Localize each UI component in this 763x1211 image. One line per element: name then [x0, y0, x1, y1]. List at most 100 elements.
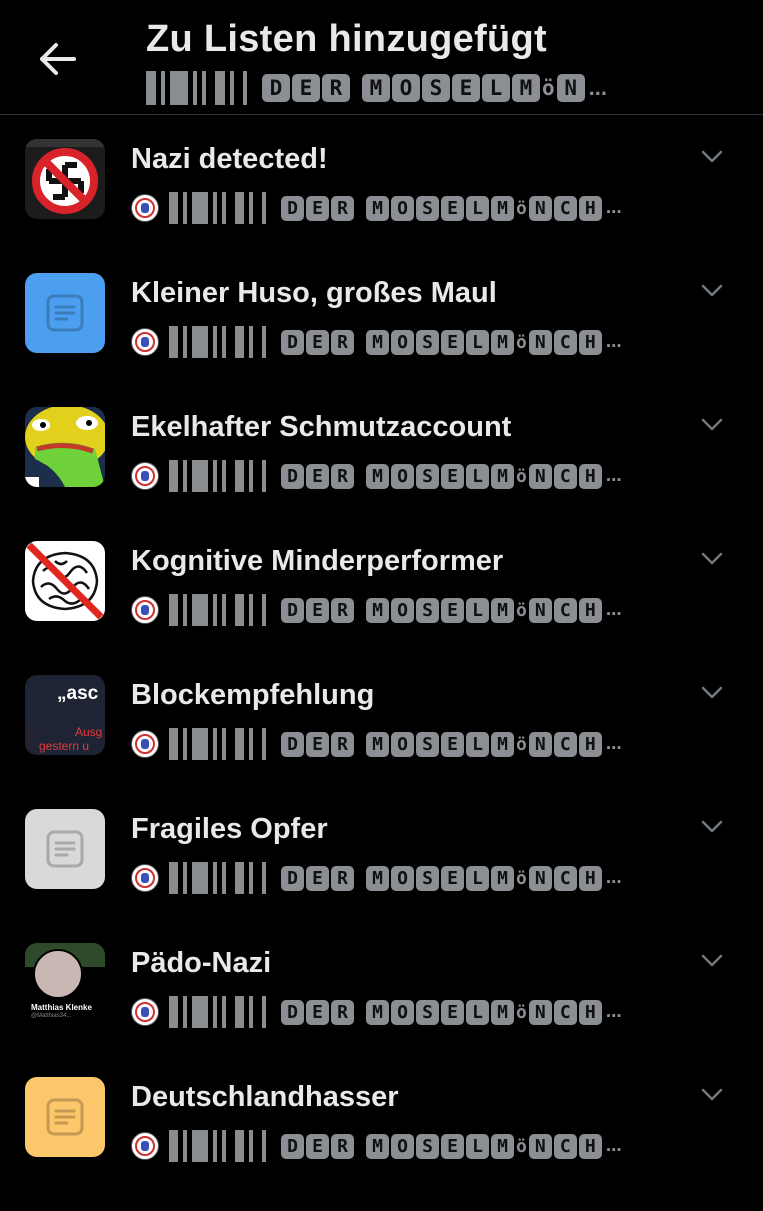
owner-letter: R	[331, 195, 354, 221]
owner-avatar	[131, 194, 159, 222]
owner-letter: D	[281, 195, 304, 221]
list-doc-icon	[46, 294, 84, 332]
owner-letter: C	[553, 731, 577, 757]
thumb-profile-handle: @Matthias34...	[31, 1013, 72, 1019]
chevron-down-icon[interactable]	[700, 283, 724, 299]
owner-letter: C	[553, 1133, 577, 1159]
owner-letter: M	[512, 74, 540, 102]
owner-letter: ö	[542, 76, 555, 100]
owner-letter: E	[306, 865, 329, 891]
owner-letter: E	[441, 865, 464, 891]
barcode-glyphs	[146, 70, 252, 106]
owner-avatar	[131, 1132, 159, 1160]
owner-avatar	[131, 864, 159, 892]
list-row[interactable]: Deutschlandhasser D E R M O S E L Mö N C H...	[0, 1077, 763, 1211]
list-row[interactable]: Kognitive Minderperformer D E R M O S E L Mö N C H..…	[0, 541, 763, 675]
owner-letter: D	[281, 865, 304, 891]
list-owner: D E R M O S E L Mö N C H...	[131, 325, 622, 359]
owner-letter: S	[416, 195, 439, 221]
chevron-down-icon[interactable]	[700, 149, 724, 165]
owner-name-letters: DERMOSELMöNCH	[281, 865, 604, 891]
owner-letter: N	[528, 329, 552, 355]
barcode-glyphs	[169, 325, 271, 359]
owner-avatar	[131, 462, 159, 490]
owner-letter: R	[331, 597, 354, 623]
owner-letter: C	[553, 463, 577, 489]
owner-letter: R	[331, 463, 354, 489]
owner-letter: C	[553, 999, 577, 1025]
list-owner: D E R M O S E L Mö N C H...	[131, 861, 622, 895]
ellipsis: ...	[605, 1135, 622, 1156]
chevron-down-icon[interactable]	[700, 685, 724, 701]
owner-letter: S	[416, 999, 439, 1025]
ellipsis: ...	[605, 465, 622, 486]
chevron-down-icon[interactable]	[700, 1087, 724, 1103]
owner-letter: H	[578, 731, 602, 757]
owner-letter: E	[306, 195, 329, 221]
owner-letter: S	[422, 74, 450, 102]
list-row[interactable]: „asc Ausg gestern u Blockempfehlung D E R M O S E L…	[0, 675, 763, 809]
owner-letter: R	[331, 999, 354, 1025]
disgusted-face-image	[25, 407, 105, 487]
owner-letter: S	[416, 597, 439, 623]
owner-letter: R	[331, 731, 354, 757]
owner-letter: L	[466, 329, 489, 355]
owner-letter: ö	[516, 733, 527, 755]
anti-swastika-icon	[25, 139, 105, 219]
owner-name-letters: DERMOSELMöNCH	[281, 329, 604, 355]
list-owner: D E R M O S E L Mö N C H...	[131, 593, 622, 627]
owner-letter: D	[262, 74, 290, 102]
owner-letter: L	[466, 463, 489, 489]
owner-letter: H	[578, 597, 602, 623]
list-doc-icon	[46, 1098, 84, 1136]
owner-letter: O	[391, 195, 414, 221]
owner-letter: ö	[516, 331, 527, 353]
list-row[interactable]: Ekelhafter Schmutzaccount D E R M O S E L Mö N C H..…	[0, 407, 763, 541]
owner-letter: D	[281, 463, 304, 489]
owner-letter: M	[491, 999, 514, 1025]
list-row[interactable]: Fragiles Opfer D E R M O S E L Mö N C H...	[0, 809, 763, 943]
list-row[interactable]: Nazi detected! D E R M O S E L Mö N C H...	[0, 139, 763, 273]
owner-letter: E	[441, 463, 464, 489]
owner-letter: O	[392, 74, 420, 102]
owner-letter: M	[366, 1133, 389, 1159]
ellipsis: ...	[605, 331, 622, 352]
list-icon	[25, 809, 105, 889]
chevron-down-icon[interactable]	[700, 953, 724, 969]
list-row[interactable]: Matthias Klenke @Matthias34... Pädo-Nazi D E…	[0, 943, 763, 1077]
chevron-down-icon[interactable]	[700, 551, 724, 567]
owner-letter: O	[391, 999, 414, 1025]
back-arrow-icon[interactable]	[36, 38, 78, 80]
owner-letter: N	[556, 74, 585, 102]
list-row[interactable]: Kleiner Huso, großes Maul D E R M O S E L Mö N C H..…	[0, 273, 763, 407]
owner-letter: E	[306, 463, 329, 489]
owner-letter: O	[391, 1133, 414, 1159]
owner-letter: D	[281, 731, 304, 757]
owner-letter: D	[281, 999, 304, 1025]
owner-letter: H	[578, 195, 602, 221]
list-title: Fragiles Opfer	[131, 813, 328, 845]
owner-letter: N	[528, 731, 552, 757]
ellipsis: ...	[605, 197, 622, 218]
barcode-glyphs	[169, 861, 271, 895]
owner-letter: E	[441, 195, 464, 221]
owner-letter: M	[362, 74, 390, 102]
owner-avatar	[131, 998, 159, 1026]
owner-letter: R	[322, 74, 350, 102]
owner-letter: O	[391, 597, 414, 623]
chevron-down-icon[interactable]	[700, 819, 724, 835]
owner-letter: M	[366, 463, 389, 489]
owner-letter: S	[416, 865, 439, 891]
owner-letter: M	[366, 597, 389, 623]
owner-letter: ö	[516, 1135, 527, 1157]
list-owner: D E R M O S E L Mö N C H...	[131, 191, 622, 225]
owner-avatar	[131, 730, 159, 758]
owner-letter: E	[441, 1133, 464, 1159]
list-title: Blockempfehlung	[131, 679, 375, 711]
owner-letter: M	[491, 1133, 514, 1159]
owner-letter: N	[528, 999, 552, 1025]
owner-letter: L	[466, 731, 489, 757]
chevron-down-icon[interactable]	[700, 417, 724, 433]
owner-letter: M	[491, 597, 514, 623]
owner-letter: H	[578, 999, 602, 1025]
